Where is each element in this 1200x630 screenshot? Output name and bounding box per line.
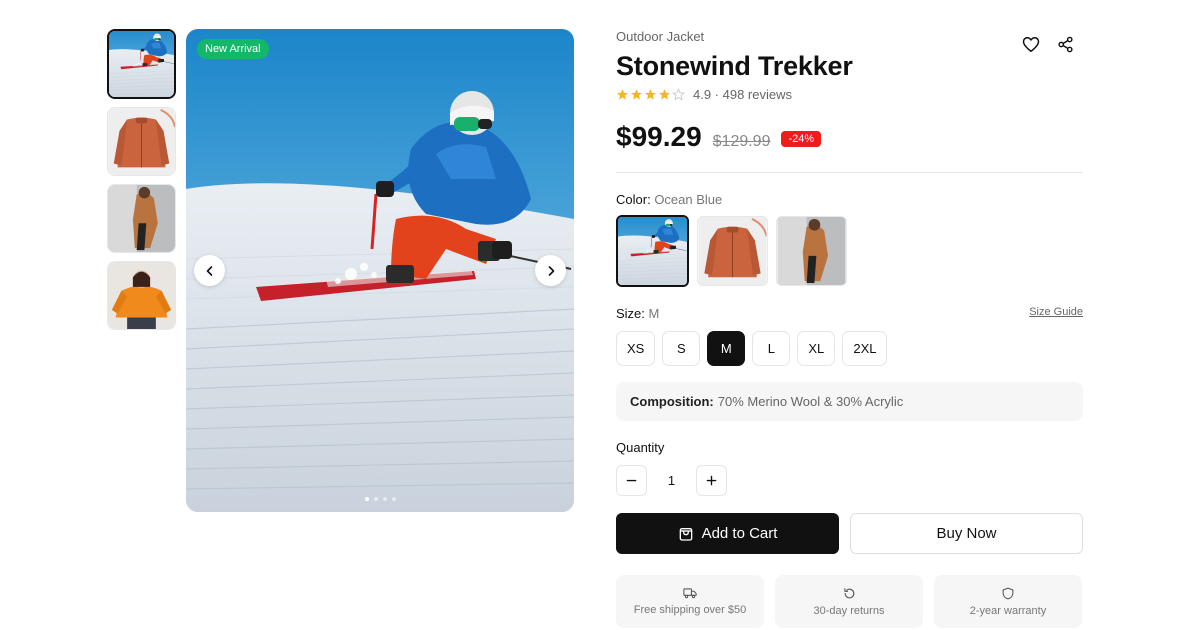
size-option-l[interactable]: L: [752, 331, 791, 366]
color-swatch-skier[interactable]: [616, 215, 689, 287]
cta-row: Add to Cart Buy Now: [616, 513, 1083, 554]
star-filled-icon: [631, 88, 642, 100]
increase-quantity-button[interactable]: [696, 465, 727, 496]
product-details: Outdoor Jacket Stonewind Trekker 4.9 · 4…: [616, 29, 1083, 628]
main-product-image: New Arrival: [186, 29, 574, 512]
carousel-dot[interactable]: [391, 497, 396, 501]
divider: [616, 172, 1083, 173]
perk-shipping-label: Free shipping over $50: [633, 604, 747, 616]
color-swatch-jacket-front[interactable]: [697, 216, 768, 286]
thumbnail-list: [107, 29, 176, 338]
top-actions: [1021, 35, 1075, 54]
star-empty-icon: [672, 87, 685, 101]
size-option-m[interactable]: M: [707, 331, 746, 366]
thumbnail-model-side[interactable]: [107, 184, 176, 253]
size-option-xl[interactable]: XL: [797, 331, 836, 366]
quantity-stepper: 1: [616, 465, 1083, 496]
size-option-2xl[interactable]: 2XL: [842, 331, 888, 366]
star-rating: [616, 87, 685, 101]
star-filled-icon: [645, 88, 656, 100]
color-label: Color:: [616, 192, 651, 207]
plus-icon: [706, 475, 717, 486]
selected-color: Ocean Blue: [654, 192, 723, 207]
decrease-quantity-button[interactable]: [616, 465, 647, 496]
carousel-dot[interactable]: [373, 497, 378, 501]
original-price: $129.99: [712, 133, 771, 150]
thumbnail-model-orange[interactable]: [107, 261, 176, 330]
size-label-row: Size: M: [616, 306, 659, 322]
size-guide-link[interactable]: Size Guide: [1029, 306, 1083, 322]
add-to-cart-button[interactable]: Add to Cart: [616, 513, 839, 554]
rating[interactable]: 4.9 · 498 reviews: [616, 86, 1083, 102]
share-icon: [1058, 36, 1073, 53]
selected-size: M: [648, 306, 660, 321]
shopping-bag-icon: [679, 527, 692, 541]
carousel-dots: [186, 497, 574, 501]
color-swatches: [616, 215, 1083, 287]
product-category: Outdoor Jacket: [616, 29, 705, 44]
carousel-dot[interactable]: [382, 497, 387, 501]
star-filled-icon: [617, 88, 628, 100]
perk-warranty: 2-year warranty: [934, 575, 1082, 628]
return-icon: [843, 587, 854, 598]
size-label: Size:: [616, 306, 645, 321]
minus-icon: [626, 479, 637, 482]
composition-label: Composition:: [630, 394, 714, 409]
carousel-dot[interactable]: [364, 497, 369, 501]
perks-row: Free shipping over $50 30-day returns 2-…: [616, 575, 1083, 628]
size-option-s[interactable]: S: [662, 331, 701, 366]
heart-icon: [1022, 37, 1039, 52]
wishlist-button[interactable]: [1021, 35, 1040, 54]
quantity-value[interactable]: 1: [647, 473, 696, 488]
quantity-label: Quantity: [616, 440, 665, 455]
share-button[interactable]: [1056, 35, 1075, 54]
size-options: XS S M L XL 2XL: [616, 331, 1083, 366]
new-arrival-badge: New Arrival: [197, 39, 269, 59]
rating-summary: 4.9 · 498 reviews: [693, 86, 792, 102]
composition-value: 70% Merino Wool & 30% Acrylic: [717, 394, 904, 409]
next-image-button[interactable]: [535, 255, 566, 286]
size-option-xs[interactable]: XS: [616, 331, 656, 366]
thumbnail-jacket-front[interactable]: [107, 107, 176, 176]
composition-box: Composition: 70% Merino Wool & 30% Acryl…: [616, 382, 1083, 421]
shield-icon: [1002, 587, 1014, 599]
price-row: $99.29 $129.99 -24%: [616, 121, 1083, 155]
perk-returns-label: 30-day returns: [813, 604, 885, 617]
discount-badge: -24%: [781, 131, 822, 147]
chevron-left-icon: [206, 265, 212, 276]
product-title: Stonewind Trekker: [616, 51, 853, 81]
current-price: $99.29: [616, 121, 702, 152]
buy-now-button[interactable]: Buy Now: [850, 513, 1083, 554]
star-filled-icon: [659, 88, 670, 100]
previous-image-button[interactable]: [194, 255, 225, 286]
size-header: Size: M Size Guide: [616, 306, 1083, 322]
truck-icon: [683, 588, 697, 599]
chevron-right-icon: [548, 265, 554, 276]
add-to-cart-label: Add to Cart: [701, 525, 778, 542]
color-swatch-model-side[interactable]: [776, 216, 847, 286]
color-label-row: Color: Ocean Blue: [616, 192, 1083, 208]
perk-warranty-label: 2-year warranty: [969, 604, 1047, 617]
thumbnail-skier[interactable]: [107, 29, 176, 99]
perk-shipping: Free shipping over $50: [616, 575, 764, 628]
perk-returns: 30-day returns: [775, 575, 923, 628]
